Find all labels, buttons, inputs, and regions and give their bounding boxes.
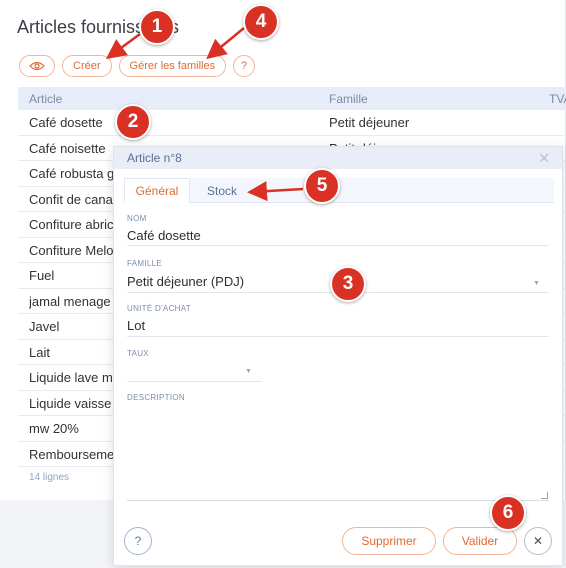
annotation-marker: 3	[330, 266, 366, 302]
annotation-marker: 6	[490, 495, 526, 531]
annotation-marker: 2	[115, 104, 151, 140]
page: Articles fournisseurs Créer Gérer les fa…	[0, 0, 566, 568]
annotation-marker: 1	[139, 9, 175, 45]
annotation-marker: 4	[243, 4, 279, 40]
annotation-marker: 5	[304, 168, 340, 204]
annotation-arrows	[105, 27, 304, 202]
